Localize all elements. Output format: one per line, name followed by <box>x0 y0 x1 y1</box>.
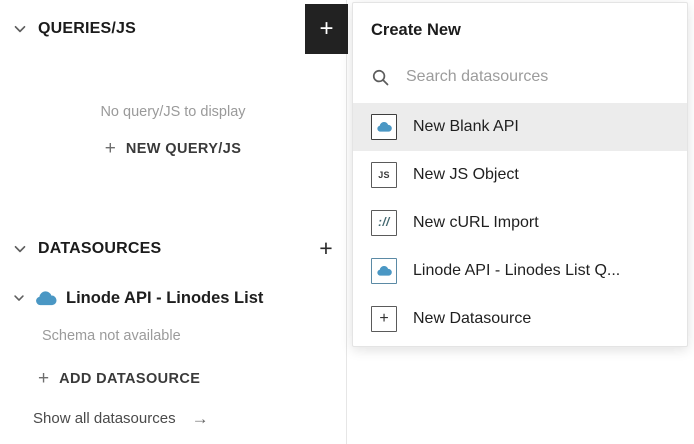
curl-icon-text: :// <box>378 217 390 229</box>
dropdown-title: Create New <box>371 21 461 39</box>
curl-icon: :// <box>371 210 397 236</box>
show-all-datasources-link[interactable]: Show all datasources → <box>33 410 209 427</box>
menu-item-label: New Datasource <box>413 310 532 327</box>
add-query-button[interactable]: + <box>305 4 348 54</box>
menu-item-new-curl-import[interactable]: :// New cURL Import <box>353 199 687 247</box>
menu-item-label: New cURL Import <box>413 214 539 231</box>
datasource-item-linode[interactable]: Linode API - Linodes List <box>0 284 346 312</box>
menu-item-new-js-object[interactable]: JS New JS Object <box>353 151 687 199</box>
chevron-down-icon <box>12 241 28 257</box>
menu-item-label: New Blank API <box>413 118 519 135</box>
datasources-section-header[interactable]: DATASOURCES <box>12 240 161 258</box>
new-query-js-button[interactable]: + NEW QUERY/JS <box>0 139 346 158</box>
plus-icon: + <box>319 234 333 261</box>
chevron-down-icon <box>12 21 28 37</box>
explorer-sidebar: QUERIES/JS + No query/JS to display + NE… <box>0 0 348 444</box>
cloud-icon <box>371 114 397 140</box>
dropdown-item-list: New Blank API JS New JS Object :// New c… <box>353 103 687 343</box>
cloud-icon <box>371 258 397 284</box>
cloud-icon <box>34 290 57 307</box>
add-datasource-plus-button[interactable]: + <box>314 236 338 260</box>
search-icon <box>372 69 389 85</box>
chevron-down-icon[interactable] <box>12 291 26 305</box>
add-datasource-button[interactable]: + ADD DATASOURCE <box>38 369 200 388</box>
menu-item-label: Linode API - Linodes List Q... <box>413 262 621 279</box>
plus-icon: + <box>38 368 50 389</box>
datasources-section-title: DATASOURCES <box>38 240 162 257</box>
plus-icon: + <box>319 15 334 42</box>
schema-status-text: Schema not available <box>42 328 181 344</box>
queries-empty-message: No query/JS to display <box>100 104 246 120</box>
menu-item-label: New JS Object <box>413 166 519 183</box>
plus-icon: + <box>104 138 116 159</box>
datasource-name: Linode API - Linodes List <box>66 288 264 307</box>
create-new-dropdown: Create New New Blank API JS New JS Objec… <box>352 2 688 347</box>
add-datasource-label: ADD DATASOURCE <box>59 370 201 387</box>
queries-section-header[interactable]: QUERIES/JS <box>12 20 136 38</box>
arrow-right-icon: → <box>191 409 209 428</box>
js-icon-text: JS <box>378 170 390 180</box>
queries-section-title: QUERIES/JS <box>38 20 137 37</box>
js-icon: JS <box>371 162 397 188</box>
show-all-label: Show all datasources <box>33 410 176 427</box>
search-datasources-input[interactable] <box>404 67 668 87</box>
search-row <box>353 55 687 99</box>
menu-item-new-datasource[interactable]: + New Datasource <box>353 295 687 343</box>
plus-icon: + <box>371 306 397 332</box>
plus-icon-text: + <box>379 310 389 327</box>
menu-item-linode-api[interactable]: Linode API - Linodes List Q... <box>353 247 687 295</box>
new-query-js-label: NEW QUERY/JS <box>125 140 242 157</box>
menu-item-new-blank-api[interactable]: New Blank API <box>353 103 687 151</box>
